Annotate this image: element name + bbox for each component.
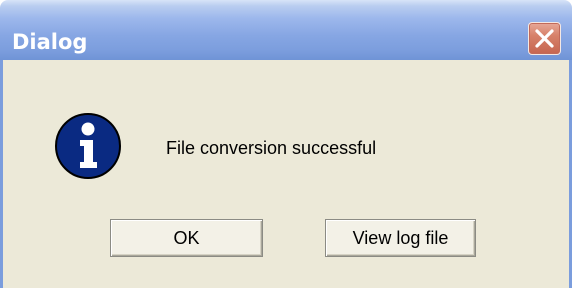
dialog-body: File conversion successful OK View log f… bbox=[0, 60, 572, 288]
info-icon bbox=[55, 113, 121, 179]
title-bar[interactable]: Dialog bbox=[0, 0, 572, 60]
ok-button[interactable]: OK bbox=[110, 219, 263, 257]
close-button[interactable] bbox=[528, 22, 561, 55]
close-icon bbox=[535, 29, 554, 48]
view-log-file-button[interactable]: View log file bbox=[325, 219, 476, 257]
message-text: File conversion successful bbox=[166, 138, 377, 158]
window-title: Dialog bbox=[12, 30, 88, 54]
dialog-window: Dialog File conversion successful OK Vie… bbox=[0, 0, 572, 288]
